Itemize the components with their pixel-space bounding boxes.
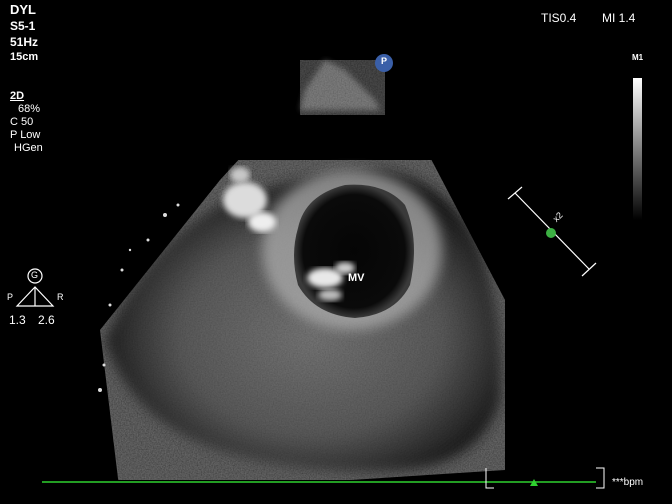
tis-index: TIS0.4 <box>541 11 577 25</box>
orientation-right-label: R <box>57 292 64 302</box>
power-value: P Low <box>10 129 41 141</box>
near-field-echo <box>300 60 385 115</box>
ecg-window-bracket <box>485 467 605 489</box>
patient-id: DYL <box>10 2 36 17</box>
mitral-valve-label: MV <box>348 272 365 284</box>
grayscale-bar <box>633 78 642 220</box>
probe-marker-label: P <box>381 56 388 66</box>
ultrasound-screen: { "header": { "patient_id": "DYL", "prob… <box>0 0 672 504</box>
ventricle-cavity <box>294 184 414 318</box>
frame-rate: 51Hz <box>10 35 39 49</box>
mode-label: 2D <box>10 90 25 102</box>
orientation-left-label: P <box>7 292 14 302</box>
probe-type: S5-1 <box>10 19 36 33</box>
ultrasound-image <box>15 54 605 489</box>
heart-rate: ***bpm <box>612 477 644 488</box>
orientation-left-value: 1.3 <box>9 313 26 327</box>
grayscale-label: M1 <box>632 53 644 62</box>
depth-value: 15cm <box>10 51 39 63</box>
harmonics-value: HGen <box>14 142 43 154</box>
scale-marker-dot[interactable] <box>546 228 556 238</box>
gain-value: 68% <box>18 103 41 115</box>
mi-index: MI 1.4 <box>602 11 636 25</box>
orientation-right-value: 2.6 <box>38 313 55 327</box>
orientation-badge-letter: G <box>31 270 39 280</box>
compression-value: C 50 <box>10 116 34 128</box>
